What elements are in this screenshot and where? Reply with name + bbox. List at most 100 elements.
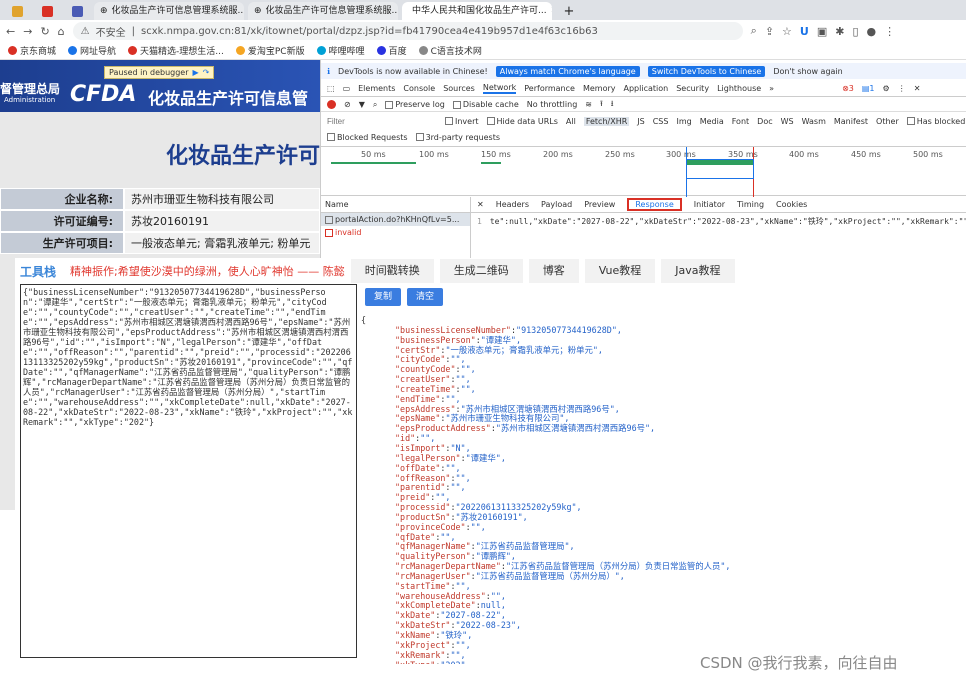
clear-button[interactable]: 清空 (407, 288, 443, 306)
hide-data-urls-option[interactable]: Hide data URLs (486, 117, 558, 126)
record-icon[interactable] (327, 100, 336, 109)
devtools-tab-application[interactable]: Application (624, 84, 669, 93)
devtools-tab-lighthouse[interactable]: Lighthouse (717, 84, 761, 93)
bookmark-nav[interactable]: 网址导航 (68, 44, 116, 57)
extension-u-icon[interactable]: U (800, 25, 809, 38)
home-icon[interactable]: ⌂ (58, 25, 65, 38)
more-icon[interactable]: ⋮ (898, 84, 906, 93)
settings-icon[interactable]: ⚙ (883, 84, 890, 93)
filter-fetch-xhr[interactable]: Fetch/XHR (583, 116, 630, 126)
timeline-selection[interactable] (686, 159, 754, 179)
tab-timing[interactable]: Timing (737, 200, 764, 209)
new-tab-button[interactable]: + (556, 2, 582, 20)
filter-ws[interactable]: WS (781, 117, 794, 126)
close-detail-icon[interactable]: ✕ (477, 200, 484, 209)
match-language-button[interactable]: Always match Chrome's language (495, 65, 640, 77)
network-timeline[interactable]: 50 ms 100 ms 150 ms 200 ms 250 ms 300 ms… (321, 146, 966, 197)
forward-icon[interactable]: → (23, 25, 32, 38)
bookmark-tmall[interactable]: 天猫精选-理想生活... (128, 44, 224, 57)
tab-favicon-3[interactable] (64, 2, 90, 20)
json-formatted-output[interactable]: { "businessLicenseNumber":"9132050773441… (361, 316, 961, 664)
url-field[interactable]: ⚠ 不安全 | scxk.nmpa.gov.cn:81/xk/itownet/p… (72, 22, 743, 40)
tab-favicon-2[interactable] (34, 2, 60, 20)
filter-manifest[interactable]: Manifest (834, 117, 868, 126)
tab-cookies[interactable]: Cookies (776, 200, 807, 209)
filter-font[interactable]: Font (732, 117, 749, 126)
checkbox[interactable] (445, 117, 453, 125)
tab-initiator[interactable]: Initiator (694, 200, 725, 209)
filter-all[interactable]: All (566, 117, 576, 126)
filter-icon[interactable]: ▼ (359, 100, 365, 109)
checkbox[interactable] (486, 117, 495, 125)
message-badge[interactable]: ▤1 (862, 84, 875, 93)
device-icon[interactable]: ▭ (343, 84, 351, 93)
request-row[interactable]: invalid (321, 226, 470, 239)
nav-qrcode[interactable]: 生成二维码 (439, 259, 523, 283)
blocked-requests-option[interactable]: Blocked Requests (327, 133, 408, 142)
filter-wasm[interactable]: Wasm (802, 117, 826, 126)
devtools-tab-network[interactable]: Network (482, 83, 517, 94)
tab-favicon-1[interactable] (4, 2, 30, 20)
wifi-icon[interactable]: ≋ (585, 100, 592, 109)
checkbox[interactable] (327, 133, 335, 141)
devtools-tab-elements[interactable]: Elements (358, 84, 395, 93)
bookmark-baidu[interactable]: 百度 (376, 44, 407, 57)
close-devtools-icon[interactable]: ✕ (914, 84, 921, 93)
tab-3[interactable]: 中华人民共和国化妆品生产许可... ✕ (402, 2, 552, 20)
bookmark-bilibili[interactable]: 哔哩哔哩 (316, 44, 365, 57)
dont-show-button[interactable]: Don't show again (773, 67, 842, 76)
nav-java[interactable]: Java教程 (661, 259, 735, 283)
upload-icon[interactable]: ⭱ (600, 98, 603, 111)
bookmark-taobao[interactable]: 爱淘宝PC新版 (235, 44, 305, 57)
puzzle-icon[interactable]: ✱ (835, 25, 844, 38)
tab-preview[interactable]: Preview (584, 200, 615, 209)
bookmark-clang[interactable]: C语言技术网 (418, 44, 482, 57)
search-icon[interactable]: ⌕ (373, 100, 377, 110)
devtools-tab-console[interactable]: Console (403, 84, 435, 93)
nav-timestamp[interactable]: 时间戳转换 (350, 259, 434, 283)
tab-payload[interactable]: Payload (541, 200, 572, 209)
switch-chinese-button[interactable]: Switch DevTools to Chinese (647, 65, 766, 77)
checkbox[interactable] (415, 133, 424, 141)
checkbox[interactable] (906, 117, 915, 125)
checkbox[interactable] (385, 100, 394, 109)
tab-1[interactable]: ⊕ 化妆品生产许可信息管理系统服... (94, 2, 244, 20)
filter-doc[interactable]: Doc (757, 117, 772, 126)
tab-response[interactable]: Response (627, 198, 682, 211)
devtools-tab-security[interactable]: Security (676, 84, 709, 93)
reload-icon[interactable]: ↻ (40, 25, 49, 38)
nav-vue[interactable]: Vue教程 (584, 259, 656, 283)
share-icon[interactable]: ⇪ (765, 25, 774, 38)
copy-button[interactable]: 复制 (365, 288, 401, 306)
third-party-option[interactable]: 3rd-party requests (415, 133, 500, 142)
filter-js[interactable]: JS (637, 117, 644, 126)
star-icon[interactable]: ☆ (782, 25, 792, 38)
filter-other[interactable]: Other (876, 117, 899, 126)
download-icon[interactable]: ⭳ (611, 98, 614, 111)
inspect-icon[interactable]: ⬚ (327, 84, 335, 93)
filter-media[interactable]: Media (700, 117, 724, 126)
throttling-select[interactable]: No throttling (527, 100, 578, 109)
tab-headers[interactable]: Headers (496, 200, 529, 209)
disable-cache-option[interactable]: Disable cache (452, 100, 519, 109)
more-tabs-icon[interactable]: » (769, 84, 774, 93)
error-badge[interactable]: ⊗3 (842, 84, 854, 93)
tab-2[interactable]: ⊕ 化妆品生产许可信息管理系统服... (248, 2, 398, 20)
zoom-icon[interactable]: ⌕ (751, 24, 757, 38)
request-row[interactable]: portalAction.do?hKHnQfLv=5... (321, 213, 470, 226)
checkbox[interactable] (452, 100, 461, 109)
filter-input[interactable] (327, 115, 437, 127)
clear-icon[interactable]: ⊘ (344, 100, 351, 109)
nav-blog[interactable]: 博客 (528, 259, 579, 283)
bookmark-jd[interactable]: 京东商城 (8, 44, 56, 57)
back-icon[interactable]: ← (6, 25, 15, 38)
menu-icon[interactable]: ⋮ (884, 25, 895, 38)
invert-option[interactable]: Invert (445, 117, 479, 126)
profile-icon[interactable]: ● (867, 25, 877, 38)
devtools-tab-sources[interactable]: Sources (443, 84, 475, 93)
step-over-icon[interactable]: ↷ (203, 68, 210, 77)
filter-css[interactable]: CSS (653, 117, 669, 126)
sidepanel-icon[interactable]: ▯ (852, 25, 858, 38)
devtools-tab-performance[interactable]: Performance (524, 84, 575, 93)
response-body[interactable]: 1 te":null,"xkDate":"2027-08-22","xkDateS… (471, 214, 966, 230)
